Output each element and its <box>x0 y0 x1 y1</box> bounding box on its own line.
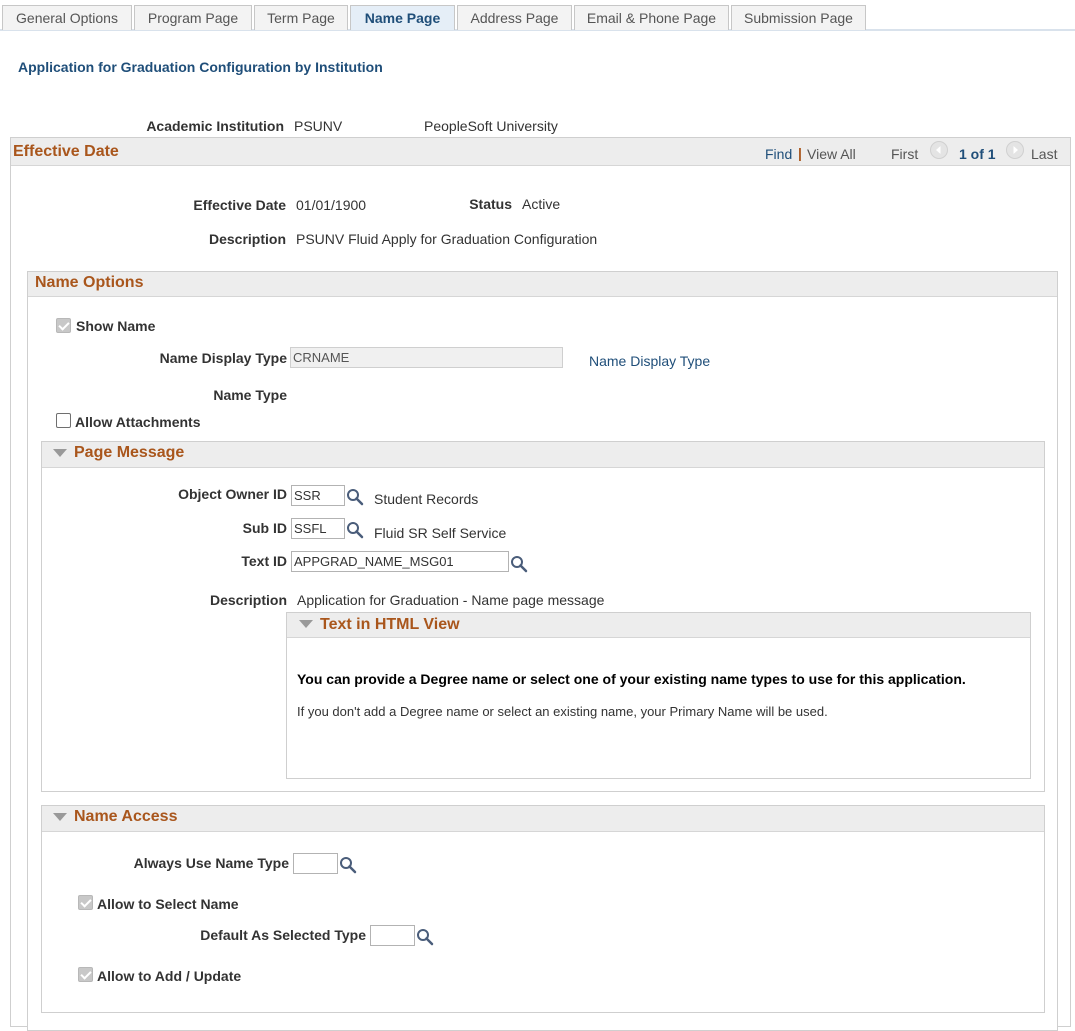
last-label: Last <box>1031 146 1058 162</box>
tab-program-page[interactable]: Program Page <box>134 5 252 30</box>
message-description-label: Description <box>209 592 287 608</box>
row-count: 1 of 1 <box>959 146 996 162</box>
arrow-left-icon <box>936 146 941 154</box>
show-name-label: Show Name <box>76 318 156 334</box>
name-display-type-label: Name Display Type <box>159 350 287 366</box>
name-options-title: Name Options <box>35 274 144 291</box>
object-owner-description: Student Records <box>374 491 479 507</box>
object-owner-lookup-icon[interactable] <box>346 488 364 506</box>
tab-term-page[interactable]: Term Page <box>254 5 348 30</box>
object-owner-id-label: Object Owner ID <box>178 486 287 502</box>
sub-id-description: Fluid SR Self Service <box>374 525 507 541</box>
effective-date-panel-title: Effective Date <box>13 143 119 160</box>
arrow-right-icon <box>1013 146 1018 154</box>
status-value: Active <box>522 196 561 212</box>
sub-id-label: Sub ID <box>242 520 287 536</box>
text-id-lookup-icon[interactable] <box>510 555 528 573</box>
sub-id-field[interactable]: SSFL <box>291 518 345 539</box>
status-label: Status <box>469 196 512 212</box>
text-id-label: Text ID <box>241 553 287 569</box>
always-use-lookup-icon[interactable] <box>339 856 357 874</box>
name-display-type-link[interactable]: Name Display Type <box>589 353 710 369</box>
description-value: PSUNV Fluid Apply for Graduation Configu… <box>296 231 598 247</box>
name-access-header <box>42 806 1044 832</box>
academic-institution-code: PSUNV <box>294 118 343 134</box>
page-message-title: Page Message <box>74 444 185 461</box>
academic-institution-name: PeopleSoft University <box>424 118 558 134</box>
name-display-type-field[interactable]: CRNAME <box>290 347 563 368</box>
collapse-triangle-icon[interactable] <box>299 620 313 628</box>
description-label: Description <box>208 231 286 247</box>
show-name-checkbox[interactable] <box>56 318 71 333</box>
previous-row-button[interactable] <box>930 141 948 159</box>
page-message-header <box>42 442 1044 468</box>
default-as-selected-type-label: Default As Selected Type <box>200 927 366 943</box>
name-type-label: Name Type <box>213 387 287 403</box>
allow-select-name-checkbox[interactable] <box>78 895 93 910</box>
academic-institution-label: Academic Institution <box>146 118 284 134</box>
html-view-groupbox <box>286 612 1031 779</box>
html-view-title: Text in HTML View <box>320 616 460 633</box>
find-link[interactable]: Find <box>765 146 792 162</box>
tab-name-page[interactable]: Name Page <box>350 5 455 30</box>
tab-address-page[interactable]: Address Page <box>457 5 572 30</box>
name-options-header <box>28 272 1057 297</box>
effective-date-label: Effective Date <box>193 197 286 213</box>
view-all-link[interactable]: View All <box>807 146 856 162</box>
object-owner-id-field[interactable]: SSR <box>291 485 345 506</box>
tab-submission-page[interactable]: Submission Page <box>731 5 866 30</box>
first-label: First <box>891 146 919 162</box>
text-id-field[interactable]: APPGRAD_NAME_MSG01 <box>291 551 509 572</box>
allow-select-name-label: Allow to Select Name <box>97 896 239 912</box>
collapse-triangle-icon[interactable] <box>53 813 67 821</box>
allow-attachments-checkbox[interactable] <box>56 413 71 428</box>
tab-general-options[interactable]: General Options <box>2 5 132 30</box>
allow-add-update-label: Allow to Add / Update <box>97 968 242 984</box>
sub-id-lookup-icon[interactable] <box>346 521 364 539</box>
page-title: Application for Graduation Configuration… <box>18 59 383 75</box>
tab-email-phone-page[interactable]: Email & Phone Page <box>574 5 729 30</box>
allow-attachments-label: Allow Attachments <box>75 414 201 430</box>
name-access-title: Name Access <box>74 808 178 825</box>
always-use-name-type-label: Always Use Name Type <box>133 855 289 871</box>
next-row-button[interactable] <box>1006 141 1024 159</box>
html-view-bold-text: You can provide a Degree name or select … <box>297 671 966 687</box>
message-description-value: Application for Graduation - Name page m… <box>297 592 605 608</box>
html-view-body-text: If you don't add a Degree name or select… <box>297 704 828 719</box>
default-selected-lookup-icon[interactable] <box>416 928 434 946</box>
nav-separator: | <box>798 145 802 161</box>
always-use-name-type-field[interactable] <box>293 853 338 874</box>
default-as-selected-type-field[interactable] <box>370 925 415 946</box>
effective-date-value: 01/01/1900 <box>296 197 367 213</box>
allow-add-update-checkbox[interactable] <box>78 967 93 982</box>
collapse-triangle-icon[interactable] <box>53 449 67 457</box>
